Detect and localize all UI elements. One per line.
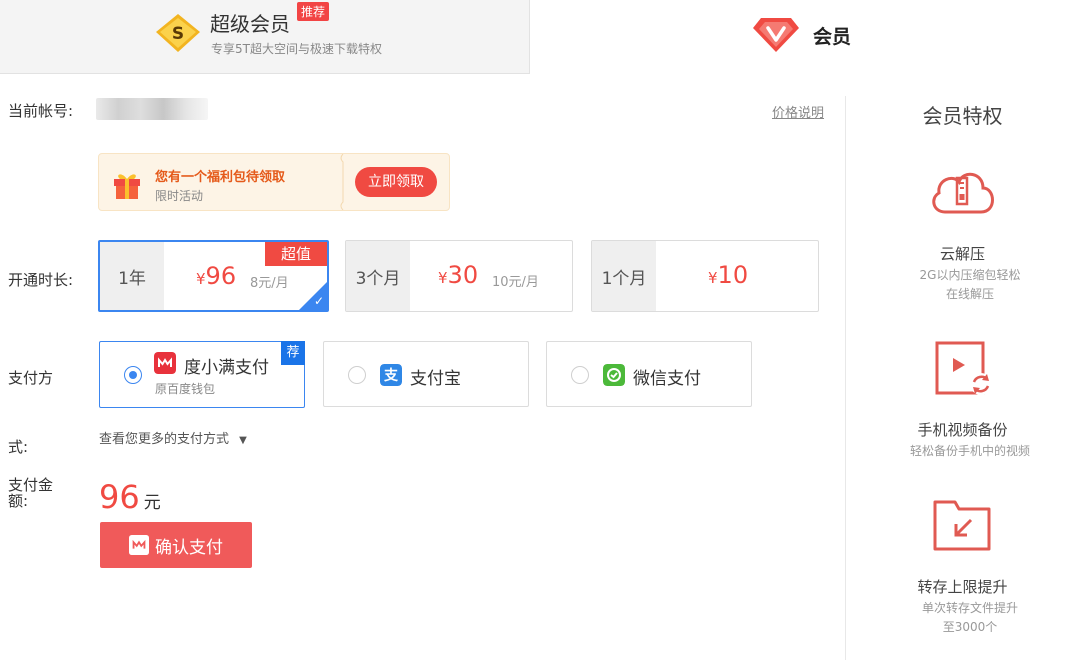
best-value-tag: 超值 bbox=[265, 242, 327, 266]
more-payment-methods[interactable]: 查看您更多的支付方式 ▼ bbox=[99, 428, 247, 447]
amount-label: 支付金 bbox=[8, 476, 54, 494]
payment-option-alipay[interactable]: 支 支付宝 bbox=[323, 341, 529, 407]
duration-name: 1年 bbox=[100, 242, 164, 310]
benefit-name: 云解压 bbox=[939, 245, 985, 263]
duration-option-1-year[interactable]: 1年 ¥96 8元/月 超值 ✓ bbox=[98, 240, 329, 312]
recommend-badge: 推荐 bbox=[297, 2, 330, 21]
benefits-title: 会员特权 bbox=[922, 104, 1003, 128]
s-diamond-icon: S bbox=[156, 14, 200, 52]
amount-value: 96 bbox=[99, 478, 140, 516]
payment-name: 支付宝 bbox=[410, 369, 461, 389]
payment-label: 支付方 bbox=[8, 369, 54, 387]
benefit-name: 手机视频备份 bbox=[917, 421, 1008, 439]
confirm-label: 确认支付 bbox=[155, 537, 223, 558]
video-backup-icon bbox=[935, 341, 992, 395]
duration-name: 3个月 bbox=[346, 241, 410, 311]
recommend-badge: 荐 bbox=[281, 341, 305, 365]
duration-price: 96 bbox=[205, 262, 237, 290]
wechat-pay-icon bbox=[603, 364, 625, 386]
super-vip-title: 超级会员 bbox=[210, 12, 290, 36]
gift-divider bbox=[340, 154, 344, 210]
gift-icon bbox=[114, 174, 140, 199]
folder-transfer-icon bbox=[933, 500, 991, 551]
duration-per-month: 8元/月 bbox=[250, 276, 289, 291]
yen-symbol: ¥ bbox=[438, 269, 448, 287]
account-name-blurred bbox=[96, 98, 208, 120]
payment-name: 微信支付 bbox=[633, 369, 701, 389]
gift-subtitle: 限时活动 bbox=[155, 189, 204, 203]
duration-name: 1个月 bbox=[592, 241, 656, 311]
price-explanation-link[interactable]: 价格说明 bbox=[772, 102, 824, 121]
duxiaoman-icon bbox=[154, 352, 176, 374]
claim-gift-button[interactable]: 立即领取 bbox=[355, 167, 437, 197]
super-vip-subtitle: 专享5T超大空间与极速下载特权 bbox=[211, 42, 382, 56]
payment-amount: 96 元 bbox=[99, 478, 161, 516]
svg-text:S: S bbox=[172, 24, 184, 44]
svg-text:支: 支 bbox=[383, 367, 399, 384]
confirm-payment-button[interactable]: 确认支付 bbox=[100, 522, 252, 568]
amount-label-cont: 额: bbox=[8, 492, 29, 510]
gift-banner: 您有一个福利包待领取 限时活动 立即领取 bbox=[98, 153, 450, 211]
duration-per-month: 10元/月 bbox=[492, 275, 539, 290]
payment-option-duxiaoman[interactable]: 度小满支付 原百度钱包 荐 bbox=[99, 341, 305, 408]
benefit-desc-line: 轻松备份手机中的视频 bbox=[909, 444, 1030, 458]
amount-unit: 元 bbox=[143, 493, 161, 513]
payment-name: 度小满支付 bbox=[184, 358, 269, 378]
payment-sub: 原百度钱包 bbox=[155, 382, 216, 396]
duration-price: 30 bbox=[447, 261, 479, 289]
benefit-desc-line: 单次转存文件提升 bbox=[921, 601, 1018, 615]
benefit-desc: 轻松备份手机中的视频 bbox=[880, 442, 1060, 461]
alipay-icon: 支 bbox=[380, 364, 402, 386]
account-label: 当前帐号: bbox=[8, 102, 74, 120]
cloud-zip-icon bbox=[932, 172, 994, 214]
gift-title: 您有一个福利包待领取 bbox=[155, 170, 286, 185]
yen-symbol: ¥ bbox=[196, 270, 206, 288]
caret-down-icon: ▼ bbox=[239, 435, 247, 446]
more-payment-text: 查看您更多的支付方式 bbox=[99, 432, 230, 447]
benefit-desc-line: 在线解压 bbox=[945, 287, 994, 301]
v-heart-icon bbox=[753, 18, 799, 52]
tab-super-vip[interactable]: S 超级会员 推荐 专享5T超大空间与极速下载特权 bbox=[0, 0, 530, 74]
benefit-desc: 2G以内压缩包轻松 在线解压 bbox=[880, 266, 1060, 304]
radio-button[interactable] bbox=[124, 366, 142, 384]
duxiaoman-icon bbox=[129, 535, 149, 555]
duration-price: 10 bbox=[717, 261, 749, 289]
radio-button[interactable] bbox=[571, 366, 589, 384]
benefit-desc: 单次转存文件提升 至3000个 bbox=[880, 599, 1060, 637]
check-icon: ✓ bbox=[313, 294, 324, 308]
benefit-name: 转存上限提升 bbox=[917, 578, 1008, 596]
tab-vip[interactable]: 会员 bbox=[531, 0, 1080, 74]
yen-symbol: ¥ bbox=[708, 269, 718, 287]
benefit-desc-line: 至3000个 bbox=[942, 620, 998, 634]
radio-button[interactable] bbox=[348, 366, 366, 384]
vip-title: 会员 bbox=[813, 26, 852, 48]
duration-label: 开通时长: bbox=[8, 271, 74, 289]
benefit-desc-line: 2G以内压缩包轻松 bbox=[919, 268, 1021, 282]
duration-option-3-months[interactable]: 3个月 ¥30 10元/月 bbox=[345, 240, 573, 312]
duration-option-1-month[interactable]: 1个月 ¥10 bbox=[591, 240, 819, 312]
payment-option-wechat[interactable]: 微信支付 bbox=[546, 341, 752, 407]
payment-label-cont: 式: bbox=[8, 438, 29, 456]
